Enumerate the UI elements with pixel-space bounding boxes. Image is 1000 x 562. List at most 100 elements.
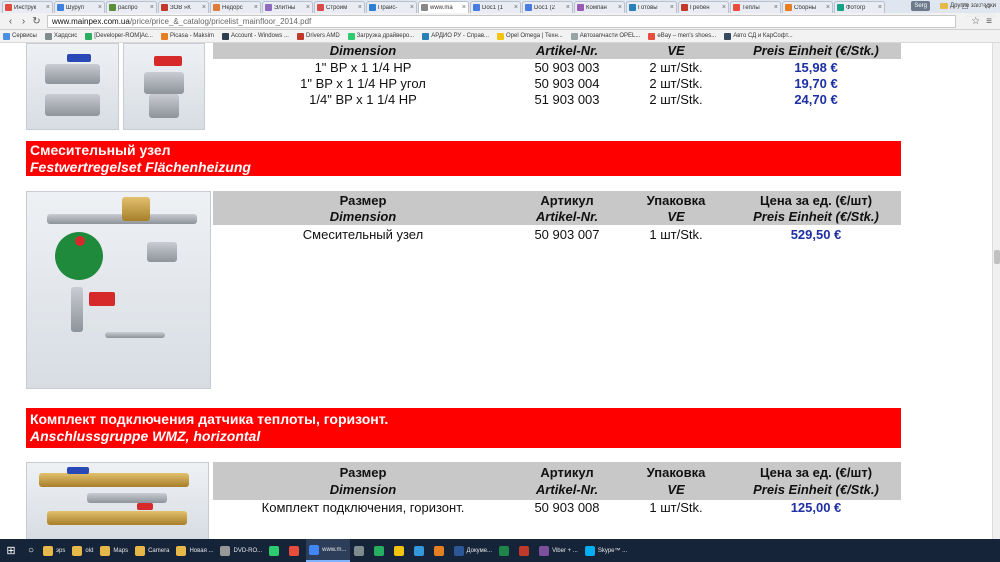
taskbar-item[interactable]: эрs [40, 539, 68, 562]
taskbar-item-label: эрs [56, 547, 66, 554]
taskbar-item[interactable]: Skype™ ... [582, 539, 630, 562]
url-input[interactable]: www.mainpex.com.ua/price/price_&_catalog… [47, 14, 956, 28]
bookmark-label: eBay – men's shoes... [657, 33, 717, 39]
bookmark-item[interactable]: eBay – men's shoes... [648, 32, 717, 40]
taskbar-item[interactable] [266, 539, 285, 562]
tab-close-icon[interactable]: × [410, 4, 414, 11]
tab-favicon-icon [421, 4, 428, 11]
tab-close-icon[interactable]: × [774, 4, 778, 11]
profile-badge[interactable]: Serg [911, 1, 930, 11]
tab-label: ЗОВ »К [170, 4, 191, 11]
browser-tab[interactable]: Теплы × [730, 1, 781, 13]
taskbar-item[interactable] [286, 539, 305, 562]
bookmark-label: Сервисы [12, 33, 37, 39]
browser-tab[interactable]: www.ma × [418, 1, 469, 13]
browser-tab[interactable]: ЗОВ »К × [158, 1, 209, 13]
bookmark-item[interactable]: Загрузка драйверо... [347, 32, 414, 40]
browser-tab[interactable]: Недорс × [210, 1, 261, 13]
tab-label: Элитны [274, 4, 296, 11]
taskbar-item[interactable] [391, 539, 410, 562]
bookmark-item[interactable]: Picasa - Maksim [160, 32, 214, 40]
tab-close-icon[interactable]: × [566, 4, 570, 11]
taskbar-item[interactable] [496, 539, 515, 562]
taskbar-item[interactable]: Докуме... [451, 539, 496, 562]
network-icon[interactable]: ▴ [938, 8, 941, 15]
bookmark-item[interactable]: Drivers AMD [296, 32, 340, 40]
tab-close-icon[interactable]: × [358, 4, 362, 11]
vertical-scrollbar[interactable] [992, 43, 1000, 539]
back-icon[interactable]: ‹ [4, 16, 17, 27]
windows-start-icon[interactable]: ⊞ [0, 539, 22, 562]
tab-close-icon[interactable]: × [462, 4, 466, 11]
app-icon [100, 545, 111, 556]
browser-tab[interactable]: Doc1 (1 × [470, 1, 521, 13]
bookmark-item[interactable]: Хардсис [44, 32, 77, 40]
taskbar-item[interactable] [431, 539, 450, 562]
tab-close-icon[interactable]: × [306, 4, 310, 11]
browser-tab[interactable]: Гребен × [678, 1, 729, 13]
scrollbar-thumb[interactable] [994, 250, 1000, 264]
bookmark-item[interactable]: АРДИО РУ - Справ... [422, 32, 489, 40]
tab-close-icon[interactable]: × [618, 4, 622, 11]
col-pack-de: VE [667, 209, 685, 224]
tab-close-icon[interactable]: × [150, 4, 154, 11]
bookmark-item[interactable]: Opel Omega | Техн... [497, 32, 563, 40]
bookmark-item[interactable]: Авто СД и КарСофт... [724, 32, 793, 40]
language-indicator[interactable]: ENG [947, 9, 960, 15]
bookmark-item[interactable]: Сервисы [3, 32, 37, 40]
bookmark-item[interactable]: Account - Windows ... [221, 32, 289, 40]
taskbar-item[interactable]: Viber + ... [536, 539, 581, 562]
browser-tab[interactable]: Инструк × [2, 1, 53, 13]
tab-close-icon[interactable]: × [826, 4, 830, 11]
taskbar-item[interactable] [411, 539, 430, 562]
browser-tab[interactable]: Сборны × [782, 1, 833, 13]
tab-close-icon[interactable]: × [202, 4, 206, 11]
tab-close-icon[interactable]: × [878, 4, 882, 11]
taskbar-item[interactable] [371, 539, 390, 562]
bookmark-favicon-icon [347, 32, 355, 40]
clock-date: 22.12.2015 [965, 12, 996, 19]
tab-close-icon[interactable]: × [670, 4, 674, 11]
browser-tab[interactable]: Готовы × [626, 1, 677, 13]
browser-tab[interactable]: Строим × [314, 1, 365, 13]
col-price-de: Preis Einheit (€/Stk.) [753, 43, 879, 58]
taskbar-item[interactable]: Новая ... [173, 539, 216, 562]
pdf-viewer[interactable]: Dimension Artikel-Nr. VE Preis Einheit (… [0, 43, 1000, 539]
taskbar-item[interactable]: www.m... [306, 539, 350, 562]
browser-tab[interactable]: Прайс- × [366, 1, 417, 13]
section-banner-wmz: Комплект подключения датчика теплоты, го… [26, 408, 901, 448]
tab-close-icon[interactable]: × [98, 4, 102, 11]
browser-tab[interactable]: распро × [106, 1, 157, 13]
taskbar-item[interactable] [516, 539, 535, 562]
search-icon[interactable]: ○ [22, 545, 40, 556]
bookmark-label: Account - Windows ... [230, 33, 289, 39]
forward-icon[interactable]: › [17, 16, 30, 27]
taskbar-item[interactable] [351, 539, 370, 562]
table-row: 1" BP x 1 1/4 HP 50 903 003 2 шт/Stk. 15… [314, 60, 838, 75]
tab-favicon-icon [681, 4, 688, 11]
app-icon [499, 545, 510, 556]
tab-close-icon[interactable]: × [722, 4, 726, 11]
browser-tab[interactable]: Шуруп × [54, 1, 105, 13]
tab-favicon-icon [161, 4, 168, 11]
tab-close-icon[interactable]: × [514, 4, 518, 11]
browser-tab[interactable]: Doc1 (2 × [522, 1, 573, 13]
clock[interactable]: 11:53 22.12.2015 [966, 4, 996, 20]
taskbar-item[interactable]: Camera [132, 539, 172, 562]
taskbar-item[interactable]: old [69, 539, 96, 562]
taskbar-item[interactable]: DVD-RO... [217, 539, 265, 562]
col-dimension-ru: Размер [339, 193, 387, 208]
browser-tab[interactable]: Компан × [574, 1, 625, 13]
tab-close-icon[interactable]: × [46, 4, 50, 11]
tab-close-icon[interactable]: × [254, 4, 258, 11]
browser-tab[interactable]: Элитны × [262, 1, 313, 13]
browser-tab[interactable]: Фотогр × [834, 1, 885, 13]
bookmark-label: Drivers AMD [305, 33, 340, 39]
bookmark-item[interactable]: Автозапчасти OPEL... [570, 32, 640, 40]
app-icon [309, 544, 320, 555]
bookmark-favicon-icon [422, 32, 430, 40]
reload-icon[interactable]: ↻ [30, 16, 43, 27]
tab-label: Готовы [638, 4, 658, 11]
bookmark-item[interactable]: [Developer-ROM]Ac... [85, 32, 153, 40]
taskbar-item[interactable]: Maps [97, 539, 131, 562]
